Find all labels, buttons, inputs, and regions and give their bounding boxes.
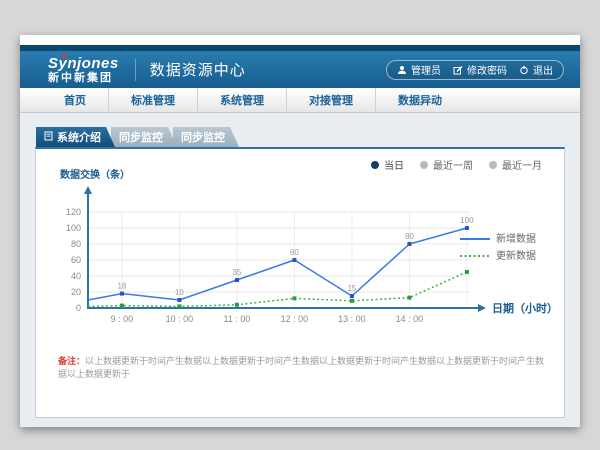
chart-container: 18 10 35 60 15 80 100 0 20 40 60 80 100 120 9 : 00 10 :… — [36, 167, 566, 335]
footnote-text: 以上数据更新于时间产生数据以上数据更新于时间产生数据以上数据更新于时间产生数据以… — [58, 356, 544, 379]
svg-text:13 : 00: 13 : 00 — [338, 314, 366, 324]
nav-item-integration-mgmt[interactable]: 对接管理 — [286, 88, 375, 112]
logo-subtitle: 新中新集团 — [48, 73, 119, 84]
logo-brand: Synjones — [48, 56, 119, 71]
tab-system-intro[interactable]: 系统介绍 — [36, 127, 115, 147]
svg-text:日期（小时）: 日期（小时） — [492, 301, 558, 315]
edit-icon — [453, 65, 463, 75]
main-window: Synjones 新中新集团 数据资源中心 管理员 修改密码 — [20, 35, 580, 427]
user-controls: 管理员 修改密码 退出 — [386, 60, 564, 80]
svg-text:60: 60 — [290, 248, 299, 257]
svg-text:120: 120 — [66, 207, 81, 217]
svg-text:20: 20 — [71, 287, 81, 297]
change-password-button[interactable]: 修改密码 — [453, 62, 507, 77]
tab-sync-monitor-1[interactable]: 同步监控 — [111, 127, 177, 147]
svg-text:18: 18 — [117, 282, 126, 291]
svg-text:80: 80 — [405, 232, 414, 241]
svg-text:9 : 00: 9 : 00 — [111, 314, 134, 324]
svg-text:80: 80 — [71, 239, 81, 249]
nav-item-data-changes[interactable]: 数据异动 — [375, 88, 464, 112]
svg-text:40: 40 — [71, 271, 81, 281]
svg-text:10 : 00: 10 : 00 — [166, 314, 194, 324]
svg-text:100: 100 — [66, 223, 81, 233]
nav-item-standard-mgmt[interactable]: 标准管理 — [108, 88, 197, 112]
svg-text:10: 10 — [175, 288, 184, 297]
svg-text:35: 35 — [232, 268, 241, 277]
current-user[interactable]: 管理员 — [397, 62, 441, 77]
logo: Synjones 新中新集团 — [48, 56, 119, 84]
svg-text:11 : 00: 11 : 00 — [223, 314, 250, 324]
chart-panel: 当日 最近一周 最近一月 181035601580100020406080100… — [35, 147, 565, 418]
logout-button[interactable]: 退出 — [519, 62, 553, 77]
svg-text:数据交换（条）: 数据交换（条） — [60, 168, 130, 181]
svg-text:0: 0 — [76, 303, 81, 313]
svg-text:14 : 00: 14 : 00 — [396, 314, 424, 324]
footnote: 备注：以上数据更新于时间产生数据以上数据更新于时间产生数据以上数据更新于时间产生… — [58, 355, 550, 380]
tab-sync-monitor-2[interactable]: 同步监控 — [173, 127, 239, 147]
page-title: 数据资源中心 — [150, 59, 246, 80]
svg-text:100: 100 — [460, 216, 474, 225]
content-area: 系统介绍 同步监控 同步监控 当日 最近一周 — [20, 113, 580, 427]
svg-text:60: 60 — [71, 255, 81, 265]
svg-text:更新数据: 更新数据 — [496, 249, 536, 262]
footnote-prefix: 备注： — [58, 356, 85, 366]
logo-red-dot — [62, 54, 66, 58]
user-icon — [397, 65, 407, 75]
main-nav: 首页 标准管理 系统管理 对接管理 数据异动 — [20, 88, 580, 113]
nav-item-system-mgmt[interactable]: 系统管理 — [197, 88, 286, 112]
nav-item-home[interactable]: 首页 — [42, 88, 108, 112]
svg-text:15: 15 — [347, 284, 356, 293]
tab-bar: 系统介绍 同步监控 同步监控 — [36, 127, 235, 147]
line-chart: 18 10 35 60 15 80 100 0 20 40 60 80 100 120 9 : 00 10 :… — [36, 167, 566, 335]
app-header: Synjones 新中新集团 数据资源中心 管理员 修改密码 — [20, 51, 580, 88]
svg-text:新增数据: 新增数据 — [496, 232, 536, 245]
header-divider — [135, 59, 136, 81]
svg-text:12 : 00: 12 : 00 — [281, 314, 309, 324]
document-icon — [44, 131, 53, 144]
power-icon — [519, 65, 529, 75]
